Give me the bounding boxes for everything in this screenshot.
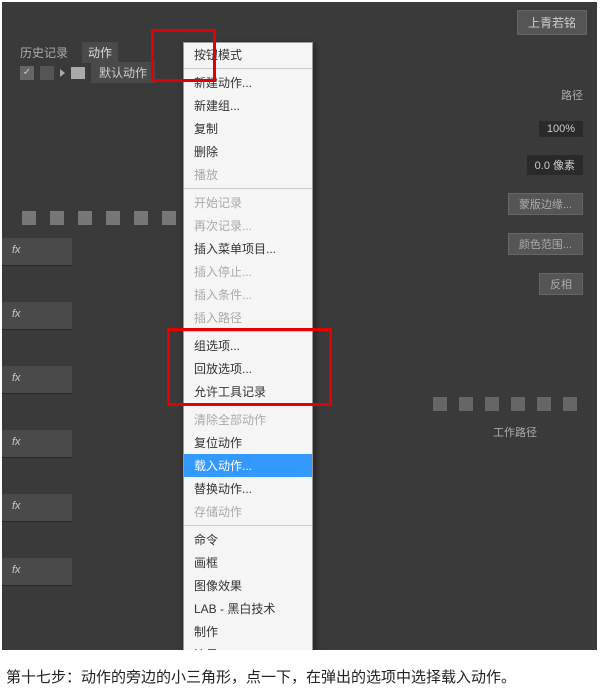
new-set-icon[interactable] [106,211,120,225]
menu-insert-path: 插入路径 [184,306,312,329]
dialog-toggle-icon[interactable] [40,66,54,80]
annotation-box-trigger [151,29,216,82]
menu-record-again: 再次记录... [184,214,312,237]
menu-insert-stop: 插入停止... [184,260,312,283]
menu-insert-condition: 插入条件... [184,283,312,306]
menu-start-recording: 开始记录 [184,191,312,214]
layers-fx-list: fx fx fx fx fx fx [2,238,72,622]
load-selection-icon[interactable] [485,397,499,411]
record-icon[interactable] [50,211,64,225]
top-button[interactable]: 上青若铭 [517,10,587,35]
percent-value[interactable]: 100% [539,121,583,137]
menu-separator [184,188,312,189]
tab-actions[interactable]: 动作 [82,42,118,63]
menu-commands[interactable]: 命令 [184,528,312,551]
tutorial-caption: 第十七步：动作的旁边的小三角形，点一下，在弹出的选项中选择载入动作。 [0,652,607,695]
fx-row[interactable]: fx [2,238,72,266]
menu-stars[interactable]: 流星 [184,643,312,650]
color-range-button[interactable]: 颜色范围... [508,233,583,255]
make-path-icon[interactable] [511,397,525,411]
trash-icon[interactable] [162,211,176,225]
fx-row[interactable]: fx [2,430,72,458]
annotation-box-load [167,328,332,406]
app-screenshot: 上青若铭 历史记录 动作 ✓ 默认动作 路径 100% 0.0 像素 蒙版边缘.… [2,2,597,650]
menu-load-actions[interactable]: 载入动作... [184,454,312,477]
menu-new-set[interactable]: 新建组... [184,94,312,117]
right-options: 路径 100% 0.0 像素 蒙版边缘... 颜色范围... 反相 [508,87,583,295]
menu-delete[interactable]: 删除 [184,140,312,163]
fx-row[interactable]: fx [2,366,72,394]
actions-toolbar [22,211,176,225]
invert-button[interactable]: 反相 [539,273,583,295]
paths-toolbar [433,397,577,411]
panel-tabs: 历史记录 动作 [14,42,118,63]
pixels-value[interactable]: 0.0 像素 [527,155,583,175]
mask-edge-button[interactable]: 蒙版边缘... [508,193,583,215]
fx-row[interactable]: fx [2,302,72,330]
action-set-name[interactable]: 默认动作 [91,62,155,83]
work-path-label[interactable]: 工作路径 [493,424,537,440]
menu-lab[interactable]: LAB - 黑白技术 [184,597,312,620]
fill-path-icon[interactable] [433,397,447,411]
new-path-icon[interactable] [537,397,551,411]
menu-separator [184,525,312,526]
menu-duplicate[interactable]: 复制 [184,117,312,140]
new-action-icon[interactable] [134,211,148,225]
play-icon[interactable] [78,211,92,225]
menu-frames[interactable]: 画框 [184,551,312,574]
fx-row[interactable]: fx [2,558,72,586]
menu-play: 播放 [184,163,312,186]
menu-image-effects[interactable]: 图像效果 [184,574,312,597]
menu-save-actions: 存储动作 [184,500,312,523]
menu-replace-actions[interactable]: 替换动作... [184,477,312,500]
menu-insert-menu-item[interactable]: 插入菜单项目... [184,237,312,260]
path-label: 路径 [561,87,583,103]
menu-reset-actions[interactable]: 复位动作 [184,431,312,454]
check-icon[interactable]: ✓ [20,66,34,80]
folder-icon [71,67,85,79]
tab-history[interactable]: 历史记录 [14,42,74,63]
stroke-path-icon[interactable] [459,397,473,411]
fx-row[interactable]: fx [2,494,72,522]
stop-icon[interactable] [22,211,36,225]
delete-path-icon[interactable] [563,397,577,411]
menu-clear-all: 清除全部动作 [184,408,312,431]
menu-production[interactable]: 制作 [184,620,312,643]
expand-triangle-icon[interactable] [60,69,65,77]
action-set-row[interactable]: ✓ 默认动作 [20,62,155,83]
